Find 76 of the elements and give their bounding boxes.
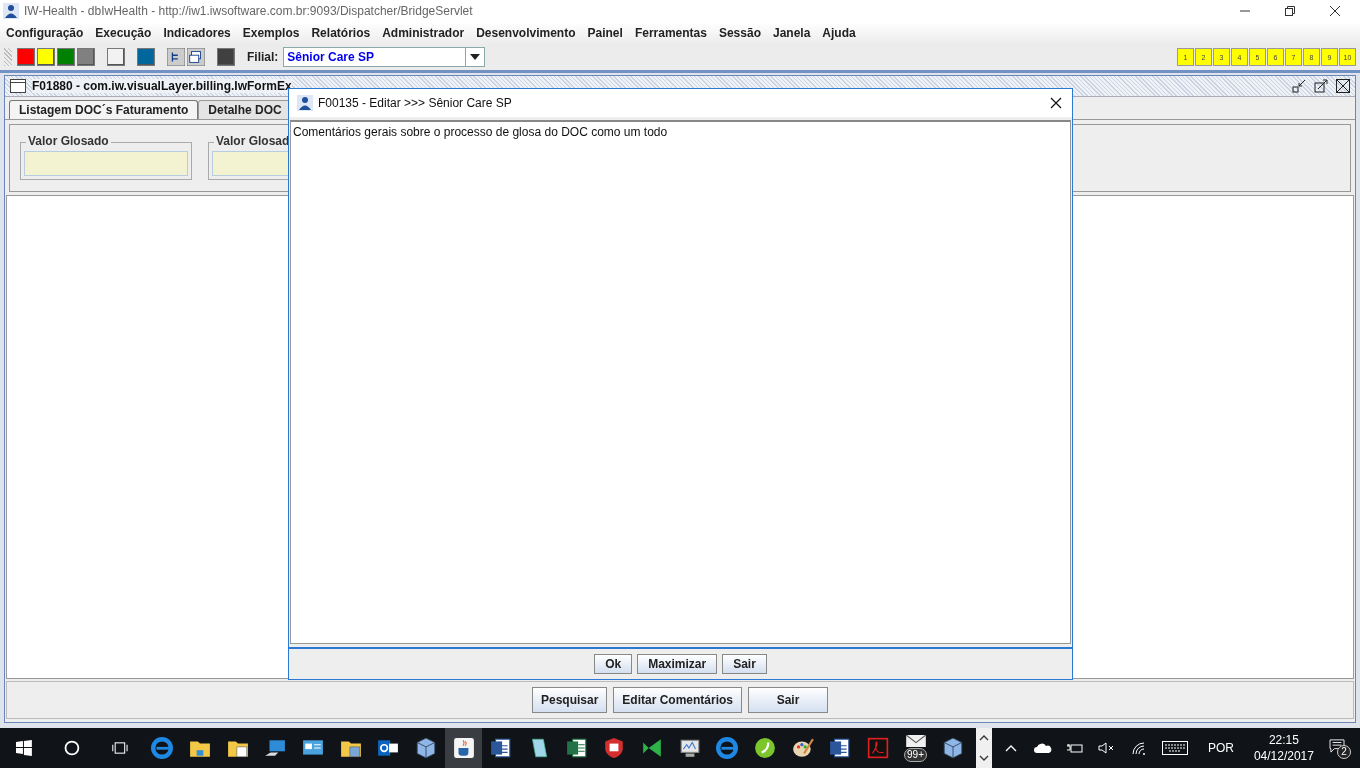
menu-item[interactable]: Ajuda xyxy=(822,26,856,40)
caret-icon xyxy=(470,54,481,60)
maximize-icon[interactable] xyxy=(1313,78,1329,94)
document-icon[interactable] xyxy=(829,737,852,759)
dialog-title: F00135 - Editar >>> Sênior Care SP xyxy=(318,96,512,110)
windows-icon[interactable] xyxy=(187,48,205,66)
menu-item[interactable]: Indicadores xyxy=(163,26,231,40)
color-button[interactable] xyxy=(57,48,75,66)
wifi-icon[interactable] xyxy=(1129,741,1148,755)
language-indicator[interactable]: POR xyxy=(1207,741,1234,755)
menu-item[interactable]: Administrador xyxy=(382,26,465,40)
monitor-chart-icon[interactable] xyxy=(678,737,701,759)
color-button[interactable] xyxy=(137,48,155,66)
input-field[interactable] xyxy=(24,151,188,176)
app-icon xyxy=(3,3,19,19)
color-button[interactable] xyxy=(37,48,55,66)
menu-item[interactable]: Configuração xyxy=(6,26,84,40)
pdf-icon[interactable] xyxy=(866,737,889,759)
circle-logo-icon[interactable] xyxy=(753,737,776,759)
coffee-cup-icon[interactable] xyxy=(452,737,475,759)
envelope-icon[interactable] xyxy=(904,734,927,747)
menu-item[interactable]: Execução xyxy=(95,26,152,40)
filial-dropdown[interactable]: Sênior Care SP xyxy=(283,47,486,67)
keyboard-icon[interactable] xyxy=(1161,741,1188,755)
shield-icon[interactable] xyxy=(603,737,626,759)
document-icon[interactable] xyxy=(490,737,513,759)
cube-icon[interactable] xyxy=(415,737,437,759)
close-icon[interactable] xyxy=(1329,5,1341,17)
cube-icon[interactable] xyxy=(942,737,965,759)
color-button[interactable] xyxy=(107,48,125,66)
menu-item[interactable]: Desenvolvimento xyxy=(476,26,576,40)
clock[interactable]: 22:15 04/12/2017 xyxy=(1253,732,1314,764)
dialog-button[interactable]: Ok xyxy=(594,654,633,674)
computer-icon[interactable] xyxy=(264,737,287,759)
bowtie-icon[interactable] xyxy=(640,737,663,759)
menu-item[interactable]: Sessão xyxy=(718,26,761,40)
unread-badge: 99+ xyxy=(904,747,927,762)
scroll-down-icon[interactable] xyxy=(978,755,989,761)
notification-count: 2 xyxy=(1336,745,1351,759)
app-icon xyxy=(297,95,313,111)
menu-item[interactable]: Relatórios xyxy=(311,26,371,40)
close-icon[interactable] xyxy=(1050,97,1062,109)
filial-label: Filial: xyxy=(247,50,279,64)
notification-icon[interactable] xyxy=(1327,739,1346,753)
field-label: Valor Glosado xyxy=(26,134,111,148)
minimize-icon[interactable] xyxy=(1291,78,1307,94)
color-button[interactable] xyxy=(17,48,35,66)
close-icon[interactable] xyxy=(1335,78,1351,94)
window-icon xyxy=(10,79,26,93)
menu-item[interactable]: Painel xyxy=(587,26,623,40)
frame-title: F01880 - com.iw.visualLayer.billing.IwFormEx xyxy=(32,79,292,93)
menu-item[interactable]: Exemplos xyxy=(242,26,300,40)
comment-text-area[interactable]: Comentários gerais sobre o processo de glosa do DOC como um todo xyxy=(290,120,1071,644)
mail-icon[interactable] xyxy=(377,737,400,759)
scroll-up-icon[interactable] xyxy=(978,735,989,741)
toolbar-grip[interactable] xyxy=(4,48,12,66)
browser-icon[interactable] xyxy=(151,737,174,759)
action-button[interactable]: Editar Comentários xyxy=(613,687,743,713)
browser-icon[interactable] xyxy=(716,737,739,759)
muted-speaker-icon[interactable] xyxy=(1097,741,1116,755)
color-button[interactable] xyxy=(217,48,235,66)
tab[interactable]: Listagem DOC´s Faturamento xyxy=(9,100,199,119)
spreadsheet-icon[interactable] xyxy=(565,737,588,759)
tree-icon[interactable] xyxy=(167,48,185,66)
action-button[interactable]: Pesquisar xyxy=(531,687,608,713)
cloud-icon[interactable] xyxy=(1033,741,1052,755)
window-title: IW-Health - dbIwHealth - http://iw1.iwsoftware.com.br:9093/Dispatcher/BridgeServlet xyxy=(24,4,473,18)
palette-icon[interactable] xyxy=(791,737,814,759)
battery-icon[interactable] xyxy=(1065,741,1084,755)
menu-item[interactable]: Janela xyxy=(772,26,811,40)
dialog-button[interactable]: Maximizar xyxy=(637,654,718,674)
dialog-button[interactable]: Sair xyxy=(722,654,767,674)
restore-icon[interactable] xyxy=(1284,5,1296,17)
color-button[interactable] xyxy=(77,48,95,66)
menu-item[interactable]: Ferramentas xyxy=(634,26,707,40)
action-button[interactable]: Sair xyxy=(748,687,829,713)
